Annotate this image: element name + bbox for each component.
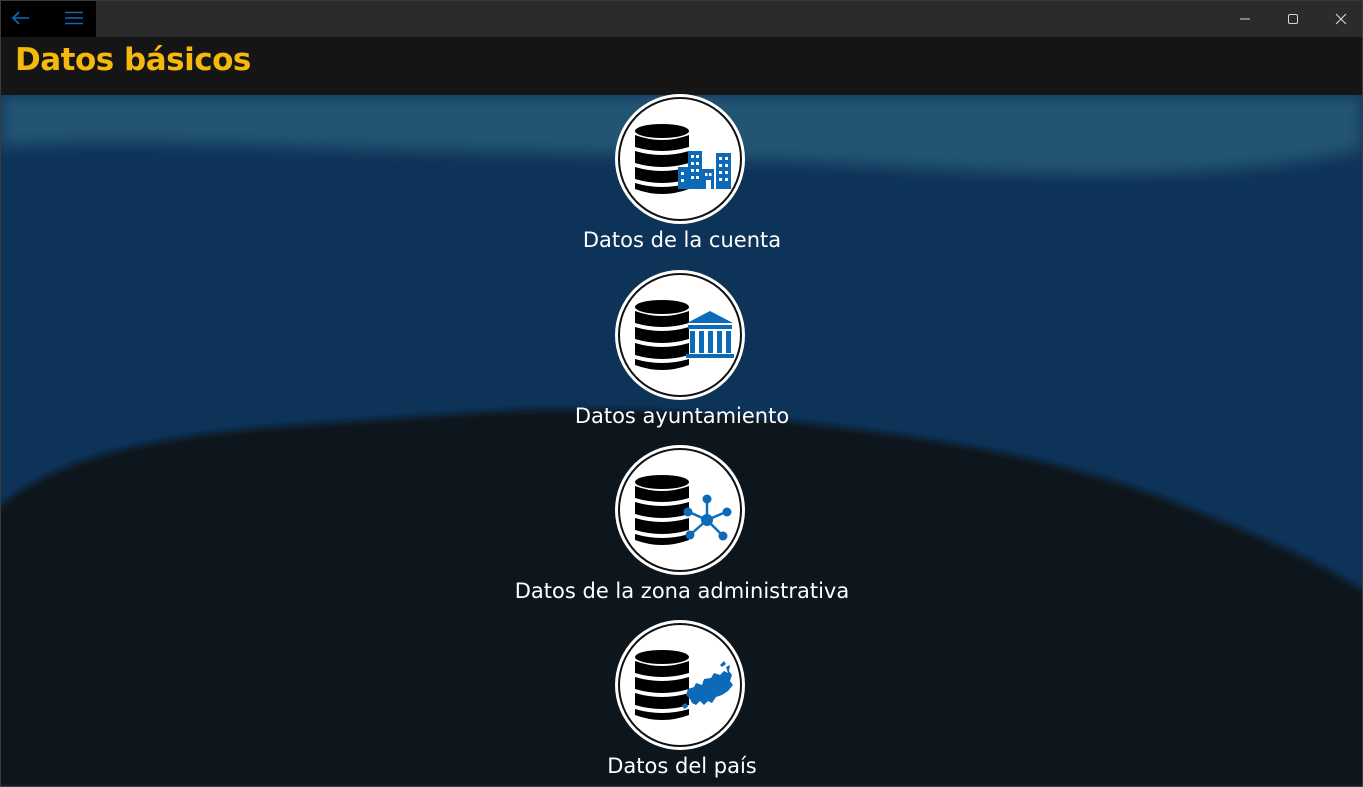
- arrow-left-icon: [11, 10, 30, 29]
- back-button[interactable]: [1, 1, 41, 37]
- minimize-button[interactable]: [1222, 1, 1268, 37]
- tile-datos-ayuntamiento[interactable]: Datos ayuntamiento: [481, 271, 883, 441]
- tile-icon-circle: [616, 621, 744, 749]
- tile-label: Datos del país: [607, 754, 757, 778]
- tile-icon-circle: [616, 271, 744, 399]
- tile-label: Datos ayuntamiento: [574, 404, 790, 428]
- close-icon: [1335, 10, 1347, 29]
- hamburger-menu-icon: [64, 10, 83, 29]
- maximize-icon: [1287, 10, 1299, 29]
- database-buildings-icon: [635, 124, 731, 194]
- tile-label: Datos de la zona administrativa: [514, 579, 850, 603]
- database-map-icon: [635, 650, 733, 720]
- database-townhall-icon: [635, 300, 734, 370]
- tile-label: Datos de la cuenta: [582, 228, 782, 252]
- tile-datos-cuenta[interactable]: Datos de la cuenta: [481, 95, 883, 265]
- page-title: Datos básicos: [15, 42, 251, 78]
- close-button[interactable]: [1318, 1, 1362, 37]
- tile-datos-zona-administrativa[interactable]: Datos de la zona administrativa: [481, 446, 883, 616]
- maximize-button[interactable]: [1270, 1, 1316, 37]
- database-network-icon: [635, 475, 732, 545]
- menu-button[interactable]: [51, 1, 96, 37]
- title-bar: [1, 1, 1362, 37]
- app-header: Datos básicos: [1, 37, 1362, 95]
- tile-datos-pais[interactable]: Datos del país: [481, 621, 883, 786]
- tile-icon-circle: [616, 95, 744, 223]
- app-window: Datos básicos Datos de la cuenta Datos a…: [0, 0, 1363, 787]
- tile-icon-circle: [616, 446, 744, 574]
- minimize-icon: [1239, 10, 1251, 29]
